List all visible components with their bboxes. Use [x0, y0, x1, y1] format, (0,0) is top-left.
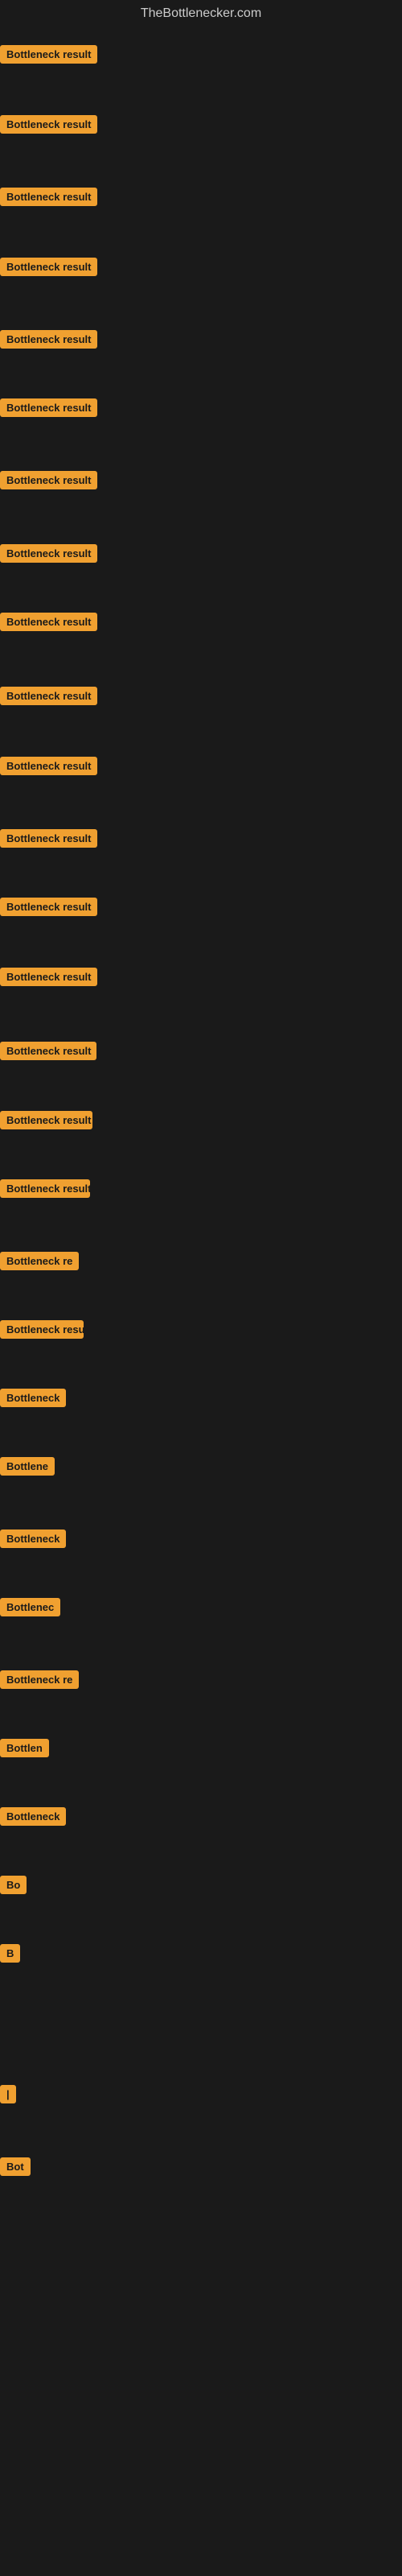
bottleneck-badge[interactable]: Bottleneck result [0, 398, 97, 417]
bottleneck-item: Bottleneck [0, 1530, 66, 1552]
bottleneck-item: Bottleneck result [0, 613, 97, 635]
bottleneck-item: B [0, 1944, 20, 1967]
bottleneck-badge[interactable]: Bottleneck result [0, 613, 97, 631]
bottleneck-item: Bottleneck result [0, 330, 97, 353]
bottleneck-item: Bottleneck result [0, 544, 97, 567]
bottleneck-badge[interactable]: Bottleneck result [0, 330, 97, 349]
bottleneck-badge[interactable]: Bottleneck result [0, 1111, 92, 1129]
bottleneck-badge[interactable]: Bottleneck re [0, 1670, 79, 1689]
bottleneck-badge[interactable]: Bottleneck [0, 1807, 66, 1826]
bottleneck-item: Bottleneck result [0, 398, 97, 421]
bottleneck-badge[interactable]: Bottleneck result [0, 1179, 90, 1198]
bottleneck-badge[interactable]: Bottleneck result [0, 471, 97, 489]
bottleneck-item: Bottleneck result [0, 1111, 92, 1133]
bottleneck-badge[interactable]: Bo [0, 1876, 27, 1894]
bottleneck-item: Bottleneck resul [0, 1320, 84, 1343]
bottleneck-item: Bo [0, 1876, 27, 1898]
bottleneck-badge[interactable]: Bottleneck result [0, 1042, 96, 1060]
bottleneck-item: Bottlenec [0, 1598, 60, 1620]
bottleneck-badge[interactable]: Bottleneck result [0, 829, 97, 848]
bottleneck-item: Bot [0, 2157, 31, 2180]
bottleneck-badge[interactable]: | [0, 2085, 16, 2103]
bottleneck-item: Bottleneck result [0, 757, 97, 779]
bottleneck-item: Bottleneck result [0, 898, 97, 920]
bottleneck-item: Bottleneck re [0, 1252, 79, 1274]
bottleneck-badge[interactable]: B [0, 1944, 20, 1963]
bottleneck-item: Bottlene [0, 1457, 55, 1480]
bottleneck-badge[interactable]: Bottleneck result [0, 258, 97, 276]
bottleneck-badge[interactable]: Bottleneck [0, 1530, 66, 1548]
bottleneck-item: Bottleneck result [0, 258, 97, 280]
bottleneck-badge[interactable]: Bottleneck resul [0, 1320, 84, 1339]
bottleneck-badge[interactable]: Bottlene [0, 1457, 55, 1476]
bottleneck-item: Bottleneck result [0, 45, 97, 68]
bottleneck-item: Bottleneck result [0, 1179, 90, 1202]
bottleneck-item: Bottlen [0, 1739, 49, 1761]
bottleneck-item: Bottleneck result [0, 687, 97, 709]
bottleneck-item: Bottleneck result [0, 471, 97, 493]
bottleneck-badge[interactable]: Bottleneck result [0, 188, 97, 206]
bottleneck-item: Bottleneck result [0, 968, 97, 990]
bottleneck-badge[interactable]: Bottleneck result [0, 757, 97, 775]
bottleneck-item: | [0, 2085, 16, 2107]
bottleneck-badge[interactable]: Bottleneck result [0, 45, 97, 64]
bottleneck-item: Bottleneck result [0, 115, 97, 138]
bottleneck-item: Bottleneck re [0, 1670, 79, 1693]
bottleneck-badge[interactable]: Bottleneck result [0, 544, 97, 563]
bottleneck-badge[interactable]: Bottleneck result [0, 898, 97, 916]
bottleneck-badge[interactable]: Bottleneck result [0, 687, 97, 705]
bottleneck-badge[interactable]: Bottleneck re [0, 1252, 79, 1270]
bottleneck-badge[interactable]: Bottleneck result [0, 115, 97, 134]
bottleneck-item: Bottleneck [0, 1807, 66, 1830]
bottleneck-item: Bottleneck result [0, 188, 97, 210]
bottleneck-badge[interactable]: Bot [0, 2157, 31, 2176]
bottleneck-item: Bottleneck result [0, 1042, 96, 1064]
bottleneck-item: Bottleneck [0, 1389, 66, 1411]
bottleneck-badge[interactable]: Bottlenec [0, 1598, 60, 1616]
site-title: TheBottlenecker.com [0, 0, 402, 27]
bottleneck-badge[interactable]: Bottleneck [0, 1389, 66, 1407]
bottleneck-badge[interactable]: Bottleneck result [0, 968, 97, 986]
bottleneck-item: Bottleneck result [0, 829, 97, 852]
bottleneck-badge[interactable]: Bottlen [0, 1739, 49, 1757]
